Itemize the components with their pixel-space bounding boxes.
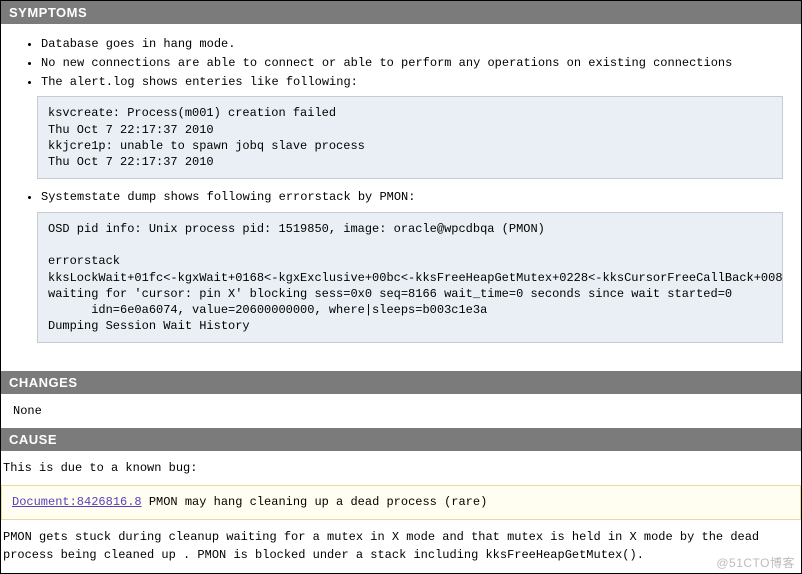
bug-note: Document:8426816.8 PMON may hang cleanin… xyxy=(1,485,801,520)
cause-explain: PMON gets stuck during cleanup waiting f… xyxy=(1,520,801,572)
symptoms-content: Database goes in hang mode. No new conne… xyxy=(1,24,801,359)
errorstack-code: OSD pid info: Unix process pid: 1519850,… xyxy=(37,212,783,343)
cause-intro: This is due to a known bug: xyxy=(1,451,801,485)
list-item: Systemstate dump shows following errorst… xyxy=(41,189,787,206)
symptoms-list-2: Systemstate dump shows following errorst… xyxy=(15,189,787,206)
alert-log-code: ksvcreate: Process(m001) creation failed… xyxy=(37,96,783,179)
list-item: Database goes in hang mode. xyxy=(41,36,787,53)
list-item: The alert.log shows enteries like follow… xyxy=(41,74,787,91)
symptoms-list-1: Database goes in hang mode. No new conne… xyxy=(15,36,787,90)
changes-body: None xyxy=(1,394,801,428)
bug-description: PMON may hang cleaning up a dead process… xyxy=(142,495,488,509)
symptoms-heading: SYMPTOMS xyxy=(1,1,801,24)
document-link[interactable]: Document:8426816.8 xyxy=(12,495,142,509)
cause-heading: CAUSE xyxy=(1,428,801,451)
changes-heading: CHANGES xyxy=(1,371,801,394)
list-item: No new connections are able to connect o… xyxy=(41,55,787,72)
